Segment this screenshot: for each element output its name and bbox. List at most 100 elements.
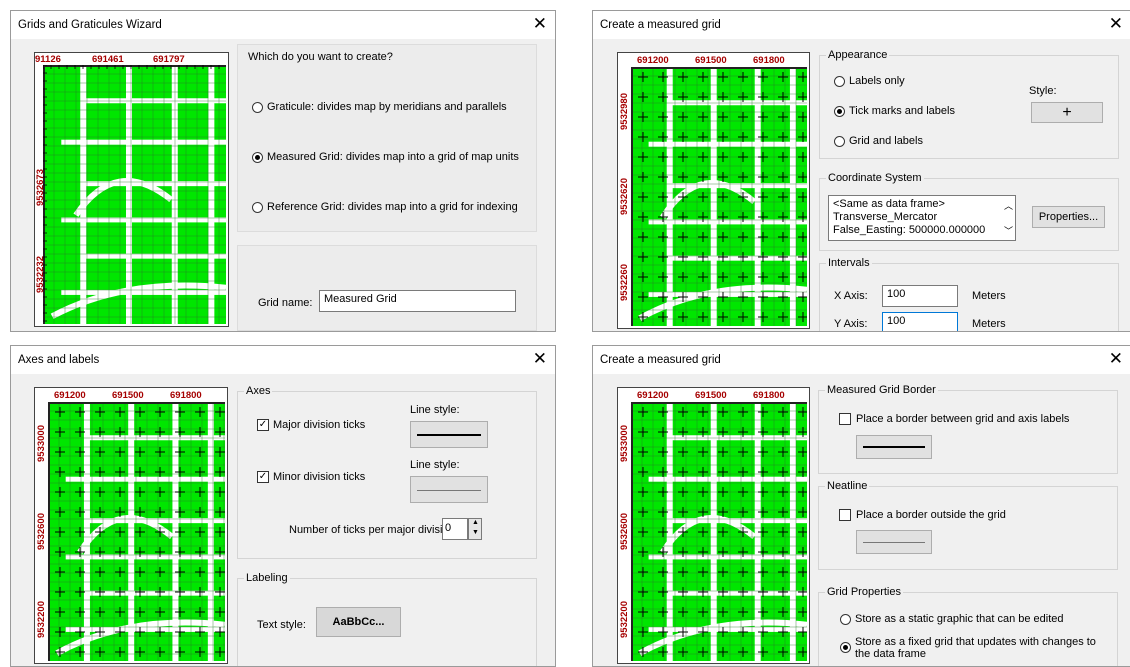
labeling-group: Labeling Text style: AaBbCc...	[237, 572, 537, 666]
appearance-group: Appearance Labels only Tick marks and la…	[819, 49, 1119, 159]
map-left-label: 9532260	[619, 264, 630, 301]
group-label: Coordinate System	[826, 172, 924, 184]
close-icon[interactable]: ✕	[533, 348, 547, 370]
minor-line-style-button[interactable]	[410, 476, 488, 503]
style-button[interactable]: +	[1031, 102, 1103, 123]
scroll-up-icon[interactable]: ︿	[1004, 199, 1013, 212]
map-top-label: 691800	[170, 390, 202, 401]
fixed-grid-label[interactable]: Store as a fixed grid that updates with …	[855, 636, 1096, 648]
measured-grid-radio[interactable]	[252, 152, 263, 163]
map-preview: 91126 691461 691797 9532673 9532232	[34, 52, 229, 327]
grid-labels-radio[interactable]	[834, 136, 845, 147]
group-label: Labeling	[244, 572, 290, 584]
ticks-per-division-input[interactable]: 0	[442, 518, 468, 540]
map-top-label: 691500	[112, 390, 144, 401]
grid-properties-group: Grid Properties Store as a static graphi…	[818, 586, 1118, 666]
major-ticks-label[interactable]: Major division ticks	[273, 419, 365, 431]
title-bar: Axes and labels ✕	[11, 346, 555, 374]
tick-marks-label[interactable]: Tick marks and labels	[849, 105, 955, 117]
line-style-label: Line style:	[410, 459, 460, 471]
x-axis-unit: Meters	[972, 290, 1006, 302]
close-icon[interactable]: ✕	[1109, 348, 1123, 370]
cs-line: Transverse_Mercator	[833, 211, 938, 223]
border-checkbox-label[interactable]: Place a border between grid and axis lab…	[856, 413, 1069, 425]
labels-only-label[interactable]: Labels only	[849, 75, 905, 87]
reference-grid-radio[interactable]	[252, 202, 263, 213]
map-top-label: 691461	[92, 54, 124, 65]
title-bar: Grids and Graticules Wizard ✕	[11, 11, 555, 39]
group-label: Axes	[244, 385, 273, 397]
scroll-down-icon[interactable]: ﹀	[1004, 224, 1013, 237]
static-graphic-label[interactable]: Store as a static graphic that can be ed…	[855, 613, 1064, 625]
reference-grid-label[interactable]: Reference Grid: divides map into a grid …	[267, 201, 518, 213]
y-axis-input[interactable]: 100	[882, 312, 958, 331]
neatline-style-button[interactable]	[856, 530, 932, 554]
graticule-label[interactable]: Graticule: divides map by meridians and …	[267, 101, 507, 113]
group-label: Intervals	[826, 257, 872, 269]
map-left-label: 9533000	[36, 425, 47, 462]
map-left-label: 9532600	[36, 513, 47, 550]
map-top-label: 691500	[695, 390, 727, 401]
map-top-label: 691800	[753, 390, 785, 401]
map-left-label: 9532673	[35, 169, 46, 206]
map-preview: 691200 691500 691800 9532980 9532620 953…	[617, 52, 810, 329]
grid-name-input[interactable]: Measured Grid	[319, 290, 516, 312]
grid-name-panel: Grid name: Measured Grid	[237, 245, 537, 331]
x-axis-input[interactable]: 100	[882, 285, 958, 307]
title-bar: Create a measured grid ✕	[593, 11, 1130, 39]
group-label: Neatline	[825, 480, 870, 492]
group-label: Grid Properties	[825, 586, 903, 598]
text-style-label: Text style:	[257, 619, 306, 631]
spin-up-icon[interactable]: ▲	[472, 519, 479, 526]
question-label: Which do you want to create?	[248, 51, 393, 63]
neatline-checkbox-label[interactable]: Place a border outside the grid	[856, 509, 1006, 521]
tick-marks-radio[interactable]	[834, 106, 845, 117]
ticks-spinner[interactable]: ▲ ▼	[468, 518, 482, 540]
map-left-label: 9532232	[35, 256, 46, 293]
major-line-style-button[interactable]	[410, 421, 488, 448]
map-preview: 691200 691500 691800 9533000 9532600 953…	[34, 387, 228, 664]
cs-line: False_Easting: 500000.000000	[833, 224, 986, 236]
dialog-title: Create a measured grid	[600, 354, 721, 366]
graticule-radio[interactable]	[252, 102, 263, 113]
map-top-label: 691200	[637, 390, 669, 401]
y-axis-unit: Meters	[972, 318, 1006, 330]
style-label: Style:	[1029, 85, 1057, 97]
map-left-label: 9532200	[36, 601, 47, 638]
map-left-label: 9532200	[619, 601, 630, 638]
axes-group: Axes ✓ Major division ticks Line style: …	[237, 385, 537, 559]
properties-button[interactable]: Properties...	[1032, 206, 1105, 228]
labels-only-radio[interactable]	[834, 76, 845, 87]
fixed-grid-radio[interactable]	[840, 642, 851, 653]
map-preview: 691200 691500 691800 9533000 9532600 953…	[617, 387, 810, 664]
spin-down-icon[interactable]: ▼	[472, 529, 479, 536]
neatline-checkbox[interactable]	[839, 509, 851, 521]
grid-labels-label[interactable]: Grid and labels	[849, 135, 923, 147]
title-bar: Create a measured grid ✕	[593, 346, 1130, 374]
ticks-per-division-label: Number of ticks per major division:	[289, 524, 458, 536]
close-icon[interactable]: ✕	[533, 13, 547, 35]
map-left-label: 9532600	[619, 513, 630, 550]
line-sample	[417, 434, 481, 436]
border-checkbox[interactable]	[839, 413, 851, 425]
minor-ticks-checkbox[interactable]: ✓	[257, 471, 269, 483]
text-style-button[interactable]: AaBbCc...	[316, 607, 401, 637]
fixed-grid-label-cont[interactable]: the data frame	[855, 648, 926, 660]
map-top-label: 691500	[695, 55, 727, 66]
close-icon[interactable]: ✕	[1109, 13, 1123, 35]
line-sample	[417, 490, 481, 491]
line-sample	[863, 542, 925, 543]
map-top-label: 691800	[753, 55, 785, 66]
static-graphic-radio[interactable]	[840, 614, 851, 625]
minor-ticks-label[interactable]: Minor division ticks	[273, 471, 365, 483]
measured-grid-label[interactable]: Measured Grid: divides map into a grid o…	[267, 151, 519, 163]
line-sample	[863, 446, 925, 448]
border-style-button[interactable]	[856, 435, 932, 459]
measured-grid-properties-dialog: Create a measured grid ✕ 691200 691500 6…	[592, 345, 1130, 667]
coordinate-system-text: <Same as data frame> Transverse_Mercator…	[828, 195, 1016, 241]
map-top-label: 91126	[35, 54, 61, 65]
major-ticks-checkbox[interactable]: ✓	[257, 419, 269, 431]
map-svg	[631, 67, 807, 326]
map-top-label: 691200	[637, 55, 669, 66]
map-left-label: 9532980	[619, 93, 630, 130]
